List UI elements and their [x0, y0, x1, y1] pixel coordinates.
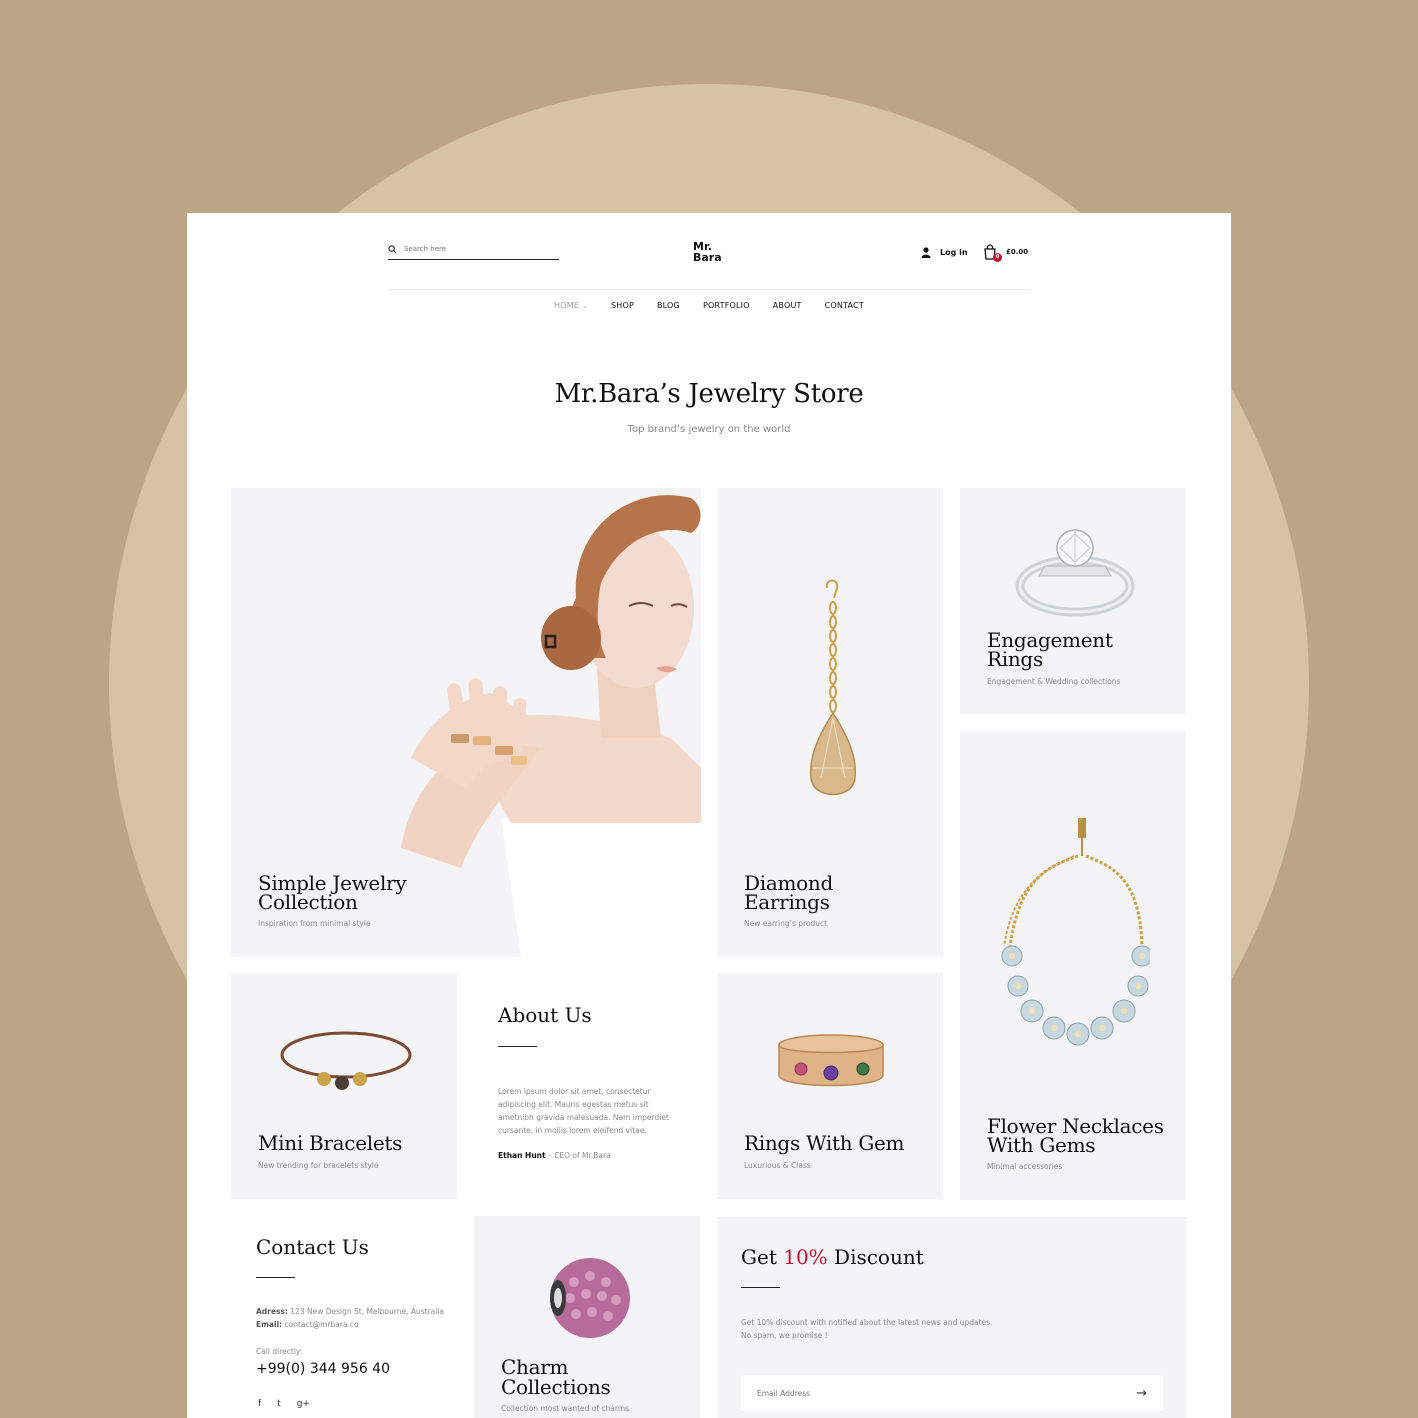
tile-title-line2: Collection — [258, 890, 358, 914]
facebook-icon[interactable]: f — [258, 1399, 261, 1409]
tile-subtitle: Luxurious & Class — [744, 1161, 811, 1170]
necklace-image — [1001, 818, 1150, 1046]
about-divider — [498, 1046, 537, 1047]
logo-line-2: Bara — [693, 251, 722, 264]
tile-subtitle: Inspiration from minimal style — [258, 919, 371, 928]
about-title: About Us — [498, 1003, 592, 1027]
discount-highlight: 10% — [783, 1245, 828, 1269]
main-nav: HOME ⌄ SHOP BLOG PORTFOLIO ABOUT CONTACT — [388, 301, 1030, 310]
tile-subtitle: Engagement & Wedding collections — [987, 677, 1121, 686]
google-plus-icon[interactable]: g+ — [297, 1399, 310, 1409]
login-link[interactable]: Log in — [921, 247, 968, 258]
tile-charm-collections[interactable]: Charm Collections Collection most wanted… — [474, 1216, 700, 1418]
social-links: f t g+ — [258, 1399, 310, 1409]
tile-subtitle: New trending for bracelets style — [258, 1161, 379, 1170]
cart-button[interactable]: 0 £0.00 — [983, 244, 1029, 262]
newsletter-form: → — [741, 1375, 1163, 1411]
tile-title-line2: Rings — [987, 647, 1043, 671]
charm-image — [550, 1258, 630, 1338]
call-label: Call directly: — [256, 1347, 303, 1356]
search-icon — [388, 244, 397, 253]
cart-count-badge: 0 — [993, 253, 1002, 262]
email-value[interactable]: contact@mrbara.co — [282, 1320, 359, 1329]
tile-title: Rings With Gem — [744, 1131, 905, 1155]
tile-engagement-rings[interactable]: Engagement Rings Engagement & Wedding co… — [960, 488, 1186, 714]
contact-email: Email: contact@mrbara.co — [256, 1318, 359, 1331]
nav-contact[interactable]: CONTACT — [825, 301, 864, 310]
header-divider — [388, 289, 1030, 290]
cart-icon: 0 — [983, 244, 1002, 262]
tile-subtitle: Minimal accessories — [987, 1162, 1063, 1171]
discount-line-1: Get 10% discount with notified about the… — [741, 1318, 993, 1327]
logo[interactable]: Mr. Bara — [693, 241, 733, 263]
tile-simple-jewelry[interactable]: Simple Jewelry Collection Inspiration fr… — [231, 488, 701, 957]
tile-title: Mini Bracelets — [258, 1131, 403, 1155]
user-icon — [921, 247, 931, 258]
nav-shop[interactable]: SHOP — [611, 301, 634, 310]
about-author: Ethan Hunt — [498, 1151, 546, 1160]
tile-diamond-earrings[interactable]: Diamond Earrings New earring’s product — [717, 488, 943, 957]
arrow-right-icon[interactable]: → — [1136, 1386, 1147, 1401]
search-bar[interactable] — [388, 239, 559, 260]
tile-mini-bracelets[interactable]: Mini Bracelets New trending for bracelet… — [231, 973, 457, 1199]
about-role: – CEO of Mr.Bara — [545, 1151, 611, 1160]
cart-total: £0.00 — [1006, 248, 1029, 256]
address-label: Adress: — [256, 1307, 288, 1316]
earring-image — [809, 579, 857, 796]
discount-line-2: No spam, we promise ! — [741, 1331, 828, 1340]
login-label: Log in — [940, 248, 968, 257]
email-input[interactable] — [757, 1388, 1117, 1398]
ring-image — [1015, 529, 1135, 617]
bracelet-image — [280, 1031, 412, 1090]
tile-rings-with-gem[interactable]: Rings With Gem Luxurious & Class — [717, 973, 943, 1199]
tile-title-line2: Collections — [501, 1375, 611, 1399]
tile-title-line2: Earrings — [744, 890, 830, 914]
tile-title-line2: With Gems — [987, 1133, 1096, 1157]
nav-about[interactable]: ABOUT — [773, 301, 802, 310]
tile-subtitle: New earring’s product — [744, 919, 828, 928]
email-label: Email: — [256, 1320, 283, 1329]
page-subtitle: Top brand’s jewelry on the world — [627, 424, 791, 435]
address-value: 123 New Design St, Melbourne, Australia — [287, 1307, 444, 1316]
nav-blog[interactable]: BLOG — [657, 301, 680, 310]
about-body: Lorem ipsum dolor sit amet, consectetur … — [498, 1087, 669, 1135]
page-frame: Mr. Bara Log in 0 £0.00 HOME ⌄ SHOP BLOG… — [187, 213, 1231, 1418]
search-input[interactable] — [404, 245, 544, 253]
discount-section: Get 10% Discount Get 10% discount with n… — [717, 1217, 1187, 1418]
model-image — [401, 495, 701, 957]
contact-address: Adress: 123 New Design St, Melbourne, Au… — [256, 1305, 444, 1318]
contact-title: Contact Us — [256, 1235, 369, 1259]
about-section: About Us Lorem ipsum dolor sit amet, con… — [474, 973, 700, 1199]
page-title: Mr.Bara’s Jewelry Store — [554, 379, 864, 409]
twitter-icon[interactable]: t — [277, 1399, 281, 1409]
discount-title: Get 10% Discount — [741, 1245, 924, 1269]
phone-number[interactable]: +99(0) 344 956 40 — [256, 1361, 390, 1377]
gem-ring-image — [778, 1034, 884, 1087]
nav-home[interactable]: HOME ⌄ — [554, 301, 588, 310]
about-signature: Ethan Hunt – CEO of Mr.Bara — [498, 1149, 611, 1162]
nav-portfolio[interactable]: PORTFOLIO — [703, 301, 750, 310]
tile-subtitle: Collection most wanted of charms — [501, 1404, 630, 1413]
chevron-down-icon: ⌄ — [581, 302, 588, 310]
contact-section: Contact Us Adress: 123 New Design St, Me… — [231, 1217, 457, 1418]
contact-divider — [256, 1277, 295, 1278]
tile-flower-necklaces[interactable]: Flower Necklaces With Gems Minimal acces… — [960, 731, 1186, 1200]
tile-title-line1: Charm — [501, 1355, 569, 1379]
discount-divider — [741, 1287, 780, 1288]
